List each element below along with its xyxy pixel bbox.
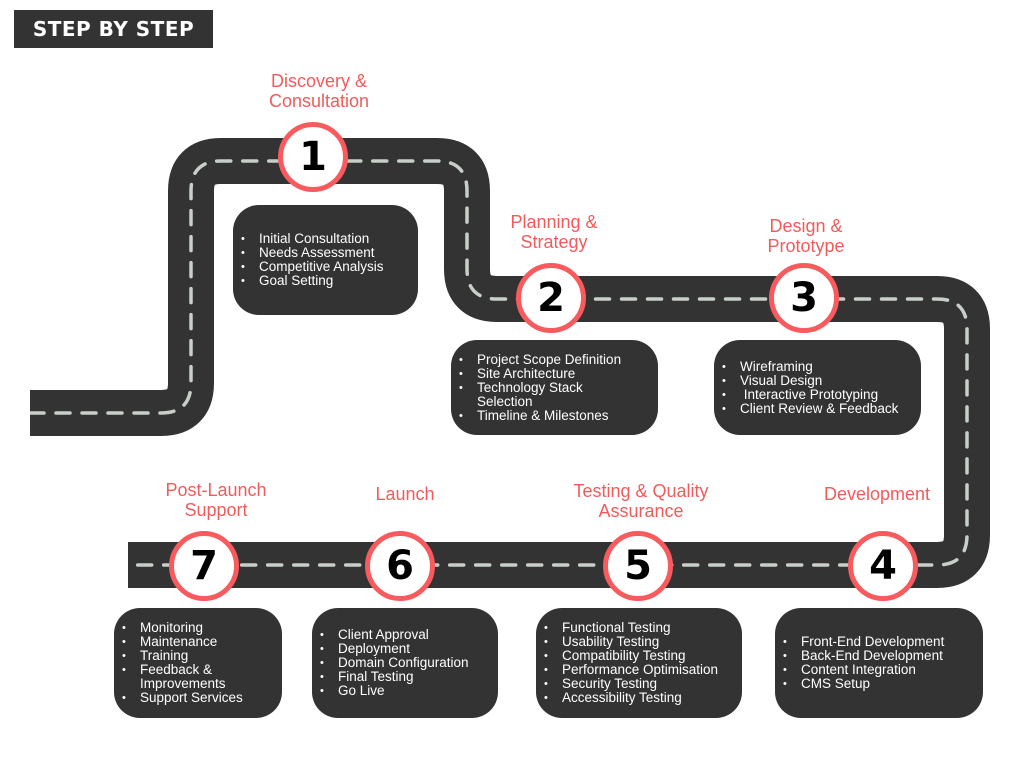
step-4-title: Development xyxy=(777,484,977,504)
step-1-title-line1: Discovery & xyxy=(270,71,368,91)
list-item: Client Approval xyxy=(320,628,469,643)
list-item: Project Scope Definition xyxy=(459,352,621,367)
list-item: Wireframing xyxy=(722,359,898,374)
step-2-title-line1: Planning & xyxy=(510,212,598,232)
list-item: Compatibility Testing xyxy=(544,649,718,664)
list-item: Interactive Prototyping xyxy=(722,387,898,402)
step-7-marker: 7 xyxy=(169,531,239,601)
list-item: Security Testing xyxy=(544,677,718,692)
step-2-title: Planning & Strategy xyxy=(454,212,654,252)
list-item: Domain Configuration xyxy=(320,656,469,671)
step-5-title: Testing & Quality Assurance xyxy=(541,481,741,521)
list-item: Visual Design xyxy=(722,373,898,388)
step-2-card: Project Scope Definition Site Architectu… xyxy=(451,340,658,435)
list-item: Training xyxy=(122,649,250,664)
step-2-marker: 2 xyxy=(516,263,586,333)
step-2-list: Project Scope Definition Site Architectu… xyxy=(451,352,621,423)
step-3-card: Wireframing Visual Design Interactive Pr… xyxy=(714,340,921,435)
step-3-title-line2: Prototype xyxy=(767,236,845,256)
step-6-title: Launch xyxy=(305,484,505,504)
step-6-marker: 6 xyxy=(365,531,435,601)
list-item: Accessibility Testing xyxy=(544,691,718,706)
list-item: Client Review & Feedback xyxy=(722,401,898,416)
step-7-title: Post-Launch Support xyxy=(116,480,316,520)
step-4-card: Front-End Development Back-End Developme… xyxy=(775,608,983,718)
step-6-list: Client Approval Deployment Domain Config… xyxy=(312,628,469,699)
step-5-title-line2: Assurance xyxy=(598,501,684,521)
list-item: Front-End Development xyxy=(783,635,944,650)
list-item: Final Testing xyxy=(320,670,469,685)
list-item: Needs Assessment xyxy=(241,246,384,261)
step-3-title-line1: Design & xyxy=(769,216,843,236)
step-2-title-line2: Strategy xyxy=(520,232,588,252)
list-item: Monitoring xyxy=(122,621,250,636)
list-item: CMS Setup xyxy=(783,677,944,692)
step-1-card: Initial Consultation Needs Assessment Co… xyxy=(233,205,418,315)
step-1-title-line2: Consultation xyxy=(268,91,370,111)
step-7-title-line1: Post-Launch xyxy=(165,480,267,500)
step-3-title: Design & Prototype xyxy=(706,216,906,256)
step-7-list: Monitoring Maintenance Training Feedback… xyxy=(114,621,250,706)
list-item: Feedback & Improvements xyxy=(122,663,250,691)
step-3-list: Wireframing Visual Design Interactive Pr… xyxy=(714,359,898,416)
step-5-marker: 5 xyxy=(603,531,673,601)
list-item: Competitive Analysis xyxy=(241,260,383,275)
list-item: Deployment xyxy=(320,642,469,657)
step-7-title-line2: Support xyxy=(184,500,248,520)
step-6-title-line1: Launch xyxy=(375,484,435,504)
list-item: Technology Stack Selection xyxy=(459,380,607,409)
list-item: Timeline & Milestones xyxy=(459,408,621,423)
list-item: Usability Testing xyxy=(544,635,718,650)
step-4-list: Front-End Development Back-End Developme… xyxy=(775,635,944,692)
list-item: Functional Testing xyxy=(544,621,718,636)
list-item: Back-End Development xyxy=(783,649,944,664)
step-4-title-line1: Development xyxy=(823,484,931,504)
step-1-list: Initial Consultation Needs Assessment Co… xyxy=(233,232,384,289)
step-7-card: Monitoring Maintenance Training Feedback… xyxy=(114,608,282,718)
list-item: Initial Consultation xyxy=(241,232,384,247)
step-5-list: Functional Testing Usability Testing Com… xyxy=(536,621,718,706)
step-6-card: Client Approval Deployment Domain Config… xyxy=(312,608,498,718)
step-3-marker: 3 xyxy=(769,263,839,333)
list-item: Content Integration xyxy=(783,663,944,678)
step-4-marker: 4 xyxy=(848,531,918,601)
list-item: Support Services xyxy=(122,691,250,706)
step-1-title: Discovery & Consultation xyxy=(219,71,419,111)
step-5-title-line1: Testing & Quality xyxy=(573,481,709,501)
list-item: Goal Setting xyxy=(241,274,384,289)
list-item: Maintenance xyxy=(122,635,250,650)
list-item: Site Architecture xyxy=(459,366,621,381)
step-5-card: Functional Testing Usability Testing Com… xyxy=(536,608,742,718)
step-1-marker: 1 xyxy=(278,122,348,192)
list-item: Performance Optimisation xyxy=(544,663,718,678)
list-item: Go Live xyxy=(320,684,469,699)
